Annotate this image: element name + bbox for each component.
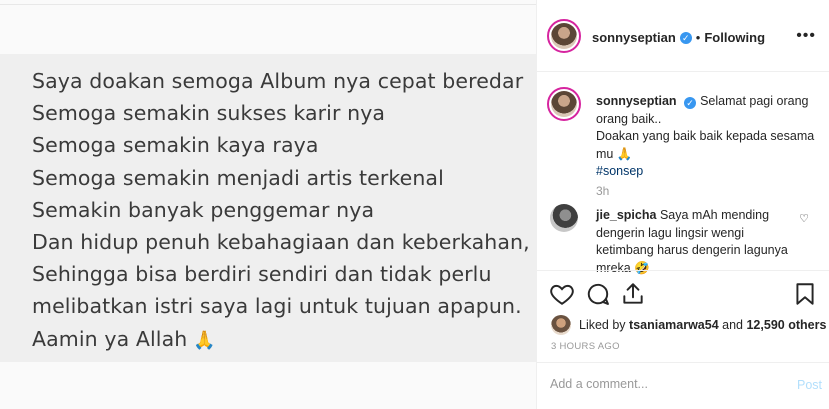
bookmark-icon[interactable] — [792, 281, 818, 307]
image-text-line: Semoga semakin kaya raya — [32, 133, 319, 158]
image-text-line: melibatkan istri saya lagi untuk tujuan … — [32, 294, 522, 319]
following-button[interactable]: Following — [704, 30, 765, 45]
caption-text-line2: Doakan yang baik baik kepada sesama mu 🙏 — [596, 129, 815, 161]
more-options-icon[interactable]: ••• — [796, 27, 816, 45]
post-header: sonnyseptian ✓ • Following ••• — [537, 0, 829, 72]
header-user-row: sonnyseptian ✓ • Following — [592, 30, 765, 45]
likes-summary: Liked by tsaniamarwa54 and 12,590 others — [551, 315, 826, 335]
share-icon[interactable] — [620, 281, 646, 307]
post-comment-button[interactable]: Post — [797, 378, 822, 392]
liker-avatar[interactable] — [551, 315, 571, 335]
image-text-line: Dan hidup penuh kebahagiaan dan keberkah… — [32, 230, 530, 255]
verified-badge-icon: ✓ — [684, 97, 697, 109]
comment-input[interactable] — [550, 377, 770, 391]
comment-icon[interactable] — [585, 281, 611, 307]
top-divider — [0, 4, 536, 5]
post-side-panel: sonnyseptian ✓ • Following ••• sonnysept… — [536, 0, 829, 409]
post-time-ago: 3 HOURS AGO — [551, 341, 620, 352]
image-text: Saya doakan semoga Album nya cepat bered… — [32, 65, 530, 357]
post-actions: Liked by tsaniamarwa54 and 12,590 others… — [537, 270, 829, 370]
image-text-line: Semoga semakin menjadi artis terkenal — [32, 165, 444, 190]
author-avatar[interactable] — [547, 19, 581, 53]
verified-badge-icon: ✓ — [679, 31, 692, 44]
caption-author-avatar[interactable] — [547, 87, 581, 121]
caption-hashtag[interactable]: #sonsep — [596, 163, 816, 181]
pray-emoji-icon: 🙏 — [193, 329, 216, 351]
commenter-avatar[interactable] — [550, 204, 578, 232]
image-text-line: Semakin banyak penggemar nya — [32, 197, 375, 222]
image-text-line: Aamin ya Allah — [32, 326, 188, 351]
header-separator: • — [695, 30, 701, 45]
comment-like-heart-icon[interactable]: ♡ — [799, 212, 809, 225]
image-text-line: Sehingga bisa berdiri sendiri dan tidak … — [32, 262, 492, 287]
post-caption: sonnyseptian ✓ Selamat pagi orang orang b… — [596, 93, 816, 181]
likes-text[interactable]: Liked by tsaniamarwa54 and 12,590 others — [579, 318, 826, 332]
image-text-line: Saya doakan semoga Album nya cepat bered… — [32, 69, 524, 93]
post-image[interactable]: Saya doakan semoga Album nya cepat bered… — [0, 54, 536, 362]
comment-username[interactable]: jie_spicha — [596, 208, 656, 222]
add-comment-bar: Post — [537, 362, 829, 409]
header-username[interactable]: sonnyseptian — [592, 30, 676, 45]
image-text-line: Semoga semakin sukses karir nya — [32, 101, 386, 126]
post-media-area: Saya doakan semoga Album nya cepat bered… — [0, 0, 536, 409]
heart-icon[interactable] — [549, 281, 575, 307]
comment-item: jie_spicha Saya mAh mending dengerin lag… — [596, 207, 796, 277]
caption-timestamp: 3h — [596, 184, 610, 198]
caption-username[interactable]: sonnyseptian — [596, 94, 677, 108]
